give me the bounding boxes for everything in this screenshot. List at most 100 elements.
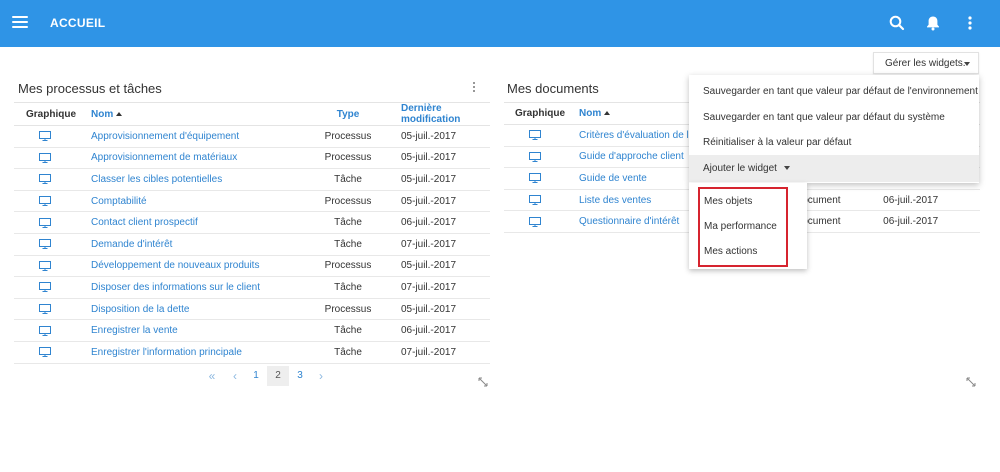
table-row[interactable]: Classer les cibles potentielles Tâche 05-j… bbox=[14, 168, 490, 191]
save-system-default-item[interactable]: Sauvegarder en tant que valeur par défau… bbox=[689, 104, 979, 131]
graphic-cell bbox=[14, 190, 77, 213]
item-name-link[interactable]: Questionnaire d'intérêt bbox=[579, 216, 679, 227]
prev-page-icon[interactable]: ‹ bbox=[230, 366, 240, 386]
col-modified-header[interactable]: Dernière modification bbox=[386, 102, 490, 126]
page-title: ACCUEIL bbox=[50, 16, 106, 30]
table-row[interactable]: Enregistrer la vente Tâche 06-juil.-2017 bbox=[14, 319, 490, 342]
page-2-button[interactable]: 2 bbox=[267, 366, 289, 386]
monitor-icon[interactable] bbox=[39, 174, 51, 185]
date-cell: 07-juil.-2017 bbox=[386, 233, 490, 256]
item-name-link[interactable]: Critères d'évaluation de la s bbox=[579, 130, 702, 141]
monitor-icon[interactable] bbox=[39, 131, 51, 142]
monitor-icon[interactable] bbox=[39, 195, 51, 206]
monitor-icon[interactable] bbox=[528, 130, 541, 141]
col-name-header[interactable]: Nom bbox=[76, 102, 290, 126]
resize-icon[interactable] bbox=[478, 377, 488, 387]
monitor-icon[interactable] bbox=[528, 216, 541, 227]
manage-widgets-label: Gérer les widgets. bbox=[885, 58, 966, 69]
table-row[interactable]: Comptabilité Processus 05-juil.-2017 bbox=[14, 190, 490, 213]
hamburger-menu-icon[interactable] bbox=[12, 16, 28, 30]
add-widget-label: Ajouter le widget bbox=[703, 163, 777, 174]
page-3-button[interactable]: 3 bbox=[294, 366, 306, 386]
type-cell: Processus bbox=[289, 255, 387, 278]
graphic-cell bbox=[14, 233, 77, 256]
monitor-icon[interactable] bbox=[39, 217, 51, 228]
monitor-icon[interactable] bbox=[39, 282, 51, 293]
item-name-link[interactable]: Disposition de la dette bbox=[91, 304, 189, 315]
item-name-link[interactable]: Comptabilité bbox=[91, 196, 147, 207]
caret-down-icon bbox=[783, 166, 790, 170]
table-row[interactable]: Approvisionnement d'équipement Processus 0… bbox=[14, 125, 490, 148]
type-cell: Processus bbox=[289, 298, 387, 321]
graphic-cell bbox=[14, 341, 77, 364]
table-row[interactable]: Développement de nouveaux produits Proces… bbox=[14, 255, 490, 278]
table-row[interactable]: Disposer des informations sur le client T… bbox=[14, 276, 490, 299]
table-row[interactable]: Demande d'intérêt Tâche 07-juil.-2017 bbox=[14, 233, 490, 256]
widget-my-actions-item[interactable]: Mes actions bbox=[704, 242, 757, 262]
type-cell: ocument bbox=[802, 210, 880, 233]
bell-icon[interactable] bbox=[923, 13, 943, 33]
item-name-link[interactable]: Disposer des informations sur le client bbox=[91, 282, 260, 293]
item-name-link[interactable]: Guide de vente bbox=[579, 173, 647, 184]
graphic-cell bbox=[504, 210, 566, 233]
table-row[interactable]: Enregistrer l'information principale Tâch… bbox=[14, 341, 490, 364]
name-cell: Disposition de la dette bbox=[76, 298, 290, 321]
item-name-link[interactable]: Approvisionnement de matériaux bbox=[91, 152, 237, 163]
type-cell: Processus bbox=[289, 190, 387, 213]
more-vert-icon[interactable] bbox=[960, 13, 980, 33]
add-widget-submenu: Mes objets Ma performance Mes actions bbox=[689, 183, 807, 269]
item-name-link[interactable]: Demande d'intérêt bbox=[91, 239, 172, 250]
reset-default-item[interactable]: Réinitialiser à la valeur par défaut bbox=[689, 129, 979, 156]
manage-widgets-button[interactable]: Gérer les widgets. bbox=[873, 52, 979, 74]
search-icon[interactable] bbox=[887, 13, 907, 33]
table-row[interactable]: Disposition de la dette Processus 05-juil.… bbox=[14, 298, 490, 321]
first-page-icon[interactable]: « bbox=[206, 366, 218, 386]
monitor-icon[interactable] bbox=[39, 303, 51, 314]
item-name-link[interactable]: Approvisionnement d'équipement bbox=[91, 131, 239, 142]
item-name-link[interactable]: Guide d'approche client bbox=[579, 151, 684, 162]
resize-icon[interactable] bbox=[966, 377, 976, 387]
graphic-cell bbox=[504, 189, 566, 212]
item-name-link[interactable]: Enregistrer la vente bbox=[91, 325, 178, 336]
type-cell: Tâche bbox=[289, 233, 387, 256]
name-cell: Enregistrer la vente bbox=[76, 319, 290, 342]
name-cell: Demande d'intérêt bbox=[76, 233, 290, 256]
name-cell: Développement de nouveaux produits bbox=[76, 255, 290, 278]
item-name-link[interactable]: Développement de nouveaux produits bbox=[91, 260, 259, 271]
monitor-icon[interactable] bbox=[39, 152, 51, 163]
date-cell: 05-juil.-2017 bbox=[386, 298, 490, 321]
processes-table: Graphique Nom Type Dernière modification… bbox=[14, 102, 490, 364]
monitor-icon[interactable] bbox=[528, 173, 541, 184]
table-row[interactable]: Approvisionnement de matériaux Processus 0… bbox=[14, 147, 490, 170]
monitor-icon[interactable] bbox=[528, 194, 541, 205]
date-cell: 05-juil.-2017 bbox=[386, 168, 490, 191]
monitor-icon[interactable] bbox=[39, 239, 51, 250]
save-env-default-item[interactable]: Sauvegarder en tant que valeur par défau… bbox=[689, 78, 979, 105]
graphic-cell bbox=[504, 146, 566, 169]
item-name-link[interactable]: Contact client prospectif bbox=[91, 217, 198, 228]
type-cell: Tâche bbox=[289, 211, 387, 234]
graphic-cell bbox=[14, 298, 77, 321]
monitor-icon[interactable] bbox=[528, 151, 541, 162]
monitor-icon[interactable] bbox=[39, 325, 51, 336]
col-type-header[interactable]: Type bbox=[289, 102, 387, 126]
processes-panel-more-icon[interactable] bbox=[472, 82, 476, 96]
next-page-icon[interactable]: › bbox=[316, 366, 326, 386]
item-name-link[interactable]: Enregistrer l'information principale bbox=[91, 347, 242, 358]
graphic-cell bbox=[14, 276, 77, 299]
widget-my-performance-item[interactable]: Ma performance bbox=[704, 217, 777, 237]
graphic-cell bbox=[14, 255, 77, 278]
date-cell: 06-juil.-2017 bbox=[879, 210, 980, 233]
col-name-label: Nom bbox=[91, 108, 114, 120]
page-1-button[interactable]: 1 bbox=[250, 366, 262, 386]
monitor-icon[interactable] bbox=[39, 347, 51, 358]
monitor-icon[interactable] bbox=[39, 260, 51, 271]
add-widget-item[interactable]: Ajouter le widget bbox=[689, 155, 979, 182]
manage-widgets-dropdown: Sauvegarder en tant que valeur par défau… bbox=[689, 75, 979, 183]
item-name-link[interactable]: Classer les cibles potentielles bbox=[91, 174, 222, 185]
item-name-link[interactable]: Liste des ventes bbox=[579, 195, 651, 206]
type-cell: Processus bbox=[289, 147, 387, 170]
date-cell: 06-juil.-2017 bbox=[879, 189, 980, 212]
widget-my-objects-item[interactable]: Mes objets bbox=[704, 192, 752, 212]
table-row[interactable]: Contact client prospectif Tâche 06-juil.-2… bbox=[14, 211, 490, 234]
